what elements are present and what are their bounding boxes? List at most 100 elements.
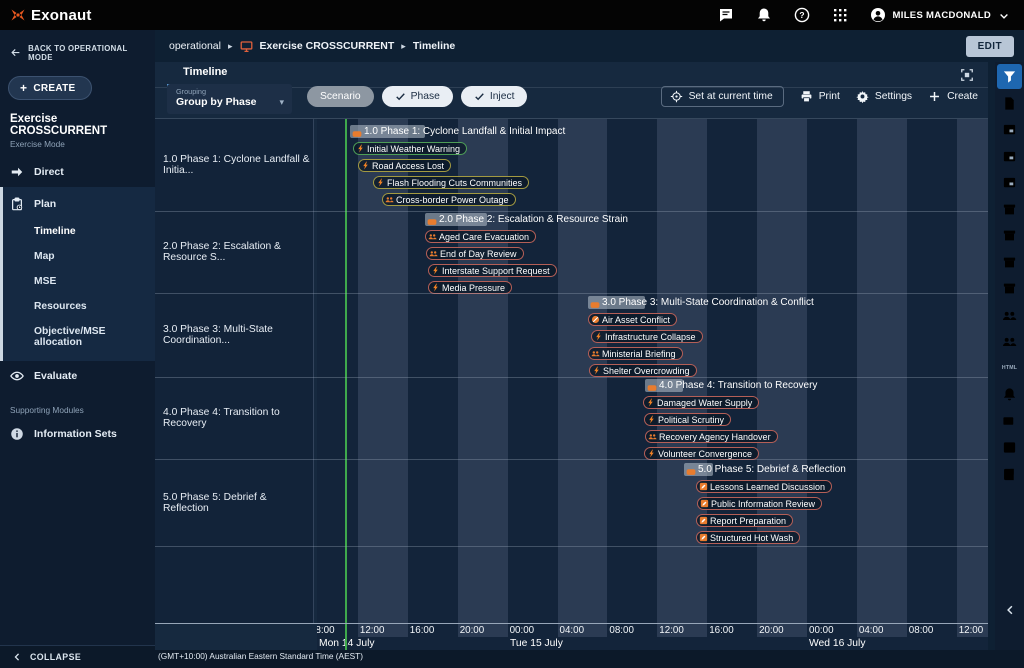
inject-item[interactable]: Recovery Agency Handover <box>645 430 778 443</box>
sidebar-item-information-sets[interactable]: Information Sets <box>0 419 155 449</box>
rail-tool-people-gray10[interactable] <box>997 329 1022 354</box>
rail-tool-people-gray9[interactable] <box>997 303 1022 328</box>
gear-icon <box>856 90 869 103</box>
chat-icon[interactable] <box>718 7 734 23</box>
inject-item[interactable]: Damaged Water Supply <box>643 396 759 409</box>
inject-item[interactable]: Road Access Lost <box>358 159 451 172</box>
rail-tool-document1[interactable] <box>997 91 1022 116</box>
bell-icon[interactable] <box>756 7 772 23</box>
rail-tool-pip3[interactable] <box>997 144 1022 169</box>
action-create[interactable]: Create <box>928 90 978 103</box>
phase-title: 1.0 Phase 1: Cyclone Landfall & Initial … <box>364 125 565 138</box>
breadcrumb-item[interactable]: operational <box>169 40 221 52</box>
inject-item[interactable]: End of Day Review <box>426 247 524 260</box>
time-tick-label: 04:00 <box>560 625 585 636</box>
inject-item[interactable]: Cross-border Power Outage <box>382 193 516 206</box>
grouping-select[interactable]: Grouping Group by Phase ▾ <box>167 84 292 114</box>
phase-icon <box>647 380 657 390</box>
time-tick-label: 00:00 <box>809 625 834 636</box>
inject-item[interactable]: Infrastructure Collapse <box>591 330 703 343</box>
sidebar-item-resources[interactable]: Resources <box>0 294 155 319</box>
rail-tool-pip2[interactable] <box>997 117 1022 142</box>
inject-item[interactable]: Aged Care Evacuation <box>425 230 536 243</box>
sidebar-item-timeline[interactable]: Timeline <box>0 219 155 244</box>
sidebar-item-objective-mse-allocation[interactable]: Objective/MSE allocation <box>0 319 155 355</box>
sidebar-item-plan[interactable]: Plan <box>0 189 155 219</box>
action-settings[interactable]: Settings <box>856 90 912 103</box>
user-menu[interactable]: MILES MACDONALD <box>870 7 1010 23</box>
chip-scenario[interactable]: Scenario <box>307 86 374 107</box>
rail-tool-archive7[interactable] <box>997 250 1022 275</box>
inject-label: Shelter Overcrowding <box>603 366 690 376</box>
inject-item[interactable]: Structured Hot Wash <box>696 531 800 544</box>
sidebar-item-map[interactable]: Map <box>0 244 155 269</box>
edit-button[interactable]: EDIT <box>966 36 1014 57</box>
bolt-icon <box>431 266 440 275</box>
rail-tool-pip4[interactable] <box>997 170 1022 195</box>
rail-tool-archive8[interactable] <box>997 276 1022 301</box>
inject-item[interactable]: Report Preparation <box>696 514 793 527</box>
sidebar-group-plan: PlanTimelineMapMSEResourcesObjective/MSE… <box>0 187 155 361</box>
inject-item[interactable]: Political Scrutiny <box>644 413 731 426</box>
time-band <box>558 119 608 637</box>
time-band <box>657 119 707 637</box>
rail-tool-book15[interactable] <box>997 462 1022 487</box>
logo-text: Exonaut <box>31 7 92 24</box>
inject-item[interactable]: Ministerial Briefing <box>588 347 683 360</box>
grouping-label: Grouping <box>176 87 284 96</box>
create-button[interactable]: + CREATE <box>8 76 92 100</box>
type-filter-chips: Scenario Phase Inject <box>307 86 527 107</box>
action-set-at-current-time[interactable]: Set at current time <box>661 86 784 107</box>
inject-label: Road Access Lost <box>372 161 444 171</box>
block-icon <box>591 315 600 324</box>
breadcrumb-item[interactable]: Exercise CROSSCURRENT <box>260 40 395 52</box>
inject-item[interactable]: Interstate Support Request <box>428 264 557 277</box>
check-icon <box>395 91 406 102</box>
inject-label: Media Pressure <box>442 283 505 293</box>
breadcrumb-item[interactable]: Timeline <box>413 40 455 52</box>
people-icon <box>385 195 394 204</box>
current-time-line <box>345 119 347 651</box>
rail-tool-html11[interactable]: HTML <box>997 356 1022 381</box>
time-band <box>957 119 988 637</box>
inject-item[interactable]: Flash Flooding Cuts Communities <box>373 176 529 189</box>
inject-label: Cross-border Power Outage <box>396 195 509 205</box>
chip-phase[interactable]: Phase <box>382 86 453 107</box>
rail-tool-card-check14[interactable] <box>997 435 1022 460</box>
rail-collapse-chevron[interactable] <box>995 597 1024 622</box>
rail-tool-archive6[interactable] <box>997 223 1022 248</box>
inject-item[interactable]: Air Asset Conflict <box>588 313 677 326</box>
bolt-icon <box>592 366 601 375</box>
breadcrumb-separator-icon: ▸ <box>228 41 233 52</box>
rail-tool-bell-gray12[interactable] <box>997 382 1022 407</box>
inject-item[interactable]: Lessons Learned Discussion <box>696 480 832 493</box>
date-label: Wed 16 July <box>809 638 865 649</box>
fullscreen-icon[interactable] <box>960 68 974 82</box>
inject-item[interactable]: Public Information Review <box>697 497 822 510</box>
time-tick-label: 08:00 <box>609 625 634 636</box>
apps-icon[interactable] <box>832 7 848 23</box>
phase-icon <box>590 297 600 307</box>
timezone-label: (GMT+10:00) Australian Eastern Standard … <box>158 651 363 661</box>
printer-icon <box>800 90 813 103</box>
time-tick-label: 12:00 <box>360 625 385 636</box>
inject-label: Ministerial Briefing <box>602 349 676 359</box>
phase-title: 3.0 Phase 3: Multi-State Coordination & … <box>602 296 814 309</box>
chip-inject[interactable]: Inject <box>461 86 528 107</box>
edit-icon <box>700 499 709 508</box>
inject-item[interactable]: Shelter Overcrowding <box>589 364 697 377</box>
phase-icon <box>352 126 362 136</box>
phase-title: 5.0 Phase 5: Debrief & Reflection <box>698 463 846 476</box>
rail-tool-filter0[interactable] <box>997 64 1022 89</box>
sidebar-item-direct[interactable]: Direct <box>0 157 155 187</box>
sidebar-collapse[interactable]: COLLAPSE <box>0 645 155 668</box>
phase-icon <box>686 464 696 474</box>
rail-tool-archive5[interactable] <box>997 197 1022 222</box>
sidebar-item-evaluate[interactable]: Evaluate <box>0 361 155 391</box>
inject-item[interactable]: Initial Weather Warning <box>353 142 467 155</box>
sidebar-item-mse[interactable]: MSE <box>0 269 155 294</box>
action-print[interactable]: Print <box>800 90 840 103</box>
help-icon[interactable]: ? <box>794 7 810 23</box>
rail-tool-mail-plus13[interactable] <box>997 409 1022 434</box>
back-to-operational-mode[interactable]: BACK TO OPERATIONAL MODE <box>0 30 155 66</box>
